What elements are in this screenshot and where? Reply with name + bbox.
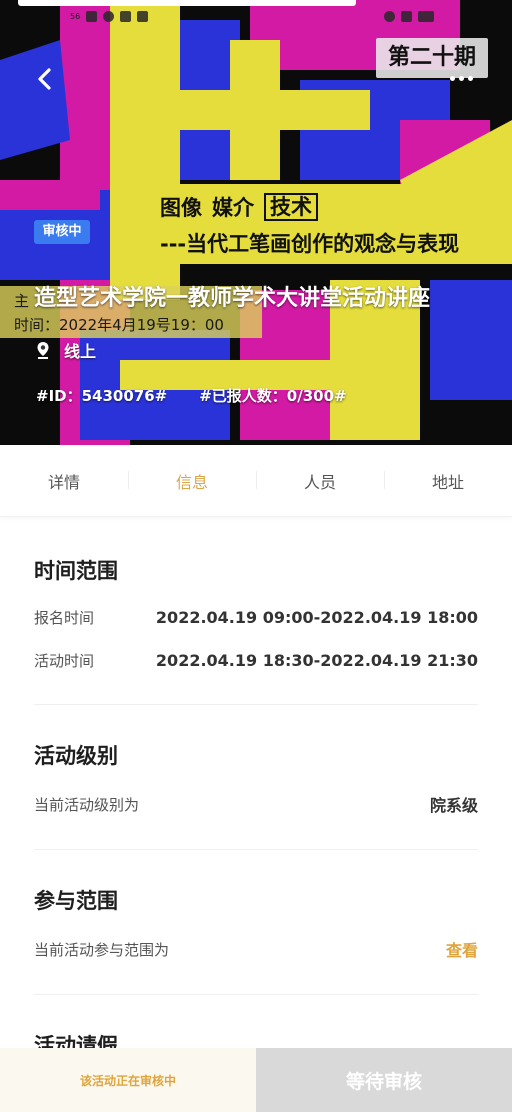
- battery-icon: [418, 11, 434, 22]
- tab-details[interactable]: 详情: [0, 445, 128, 516]
- level-row: 当前活动级别为 院系级: [34, 792, 478, 816]
- location-pin-icon: [37, 342, 49, 359]
- awaiting-review-button[interactable]: 等待审核: [256, 1048, 512, 1112]
- poster-host-text: 主: [14, 292, 30, 310]
- signal-icon: [86, 11, 98, 22]
- poster-time-text: 时间：2022年4月19号19：00: [14, 316, 224, 334]
- section-title: 参与范围: [34, 889, 118, 913]
- view-scope-link[interactable]: 查看: [446, 937, 478, 961]
- poster-word-tech: 技术: [264, 193, 318, 221]
- scope-row: 当前活动参与范围为 查看: [34, 937, 478, 961]
- mute-icon: [401, 11, 412, 22]
- notification-icon: [120, 11, 132, 22]
- scope-label: 当前活动参与范围为: [34, 940, 170, 959]
- wifi-icon: [103, 11, 115, 22]
- tab-info[interactable]: 信息: [128, 445, 256, 516]
- activity-time-value: 2022.04.19 18:30-2022.04.19 21:30: [155, 651, 478, 670]
- status-bar: 56: [0, 0, 512, 34]
- tab-address[interactable]: 地址: [384, 445, 512, 516]
- info-content: 时间范围 报名时间 2022.04.19 09:00-2022.04.19 18…: [34, 517, 478, 1060]
- signal-text: 56: [70, 12, 81, 21]
- more-options-button[interactable]: [446, 68, 476, 88]
- signup-time-row: 报名时间 2022.04.19 09:00-2022.04.19 18:00: [34, 607, 478, 628]
- more-dot-icon: [458, 75, 464, 81]
- poster-subtitle-line2: ---当代工笔画创作的观念与表现: [160, 232, 460, 256]
- event-id: #ID：5430076#: [36, 387, 168, 405]
- app-icon: [137, 11, 149, 22]
- event-title: 造型艺术学院一教师学术大讲堂活动讲座: [34, 286, 431, 311]
- back-button[interactable]: [28, 62, 62, 96]
- poster-word-media: 媒介: [212, 196, 254, 220]
- event-meta: #ID：5430076# #已报人数：0/300#: [36, 385, 347, 406]
- section-title: 活动级别: [34, 744, 118, 768]
- poster-subtitle: 图像 媒介 技术 ---当代工笔画创作的观念与表现: [146, 184, 512, 264]
- poster-word-image: 图像: [160, 196, 202, 220]
- section-scope: 参与范围 当前活动参与范围为 查看: [34, 850, 478, 995]
- status-bar-tab: [18, 0, 356, 6]
- activity-time-label: 活动时间: [34, 652, 95, 670]
- level-value: 院系级: [429, 796, 478, 815]
- alarm-icon: [384, 11, 395, 22]
- status-badge: 审核中: [34, 220, 90, 244]
- signup-time-label: 报名时间: [34, 609, 95, 627]
- signup-count: #已报人数：0/300#: [199, 387, 347, 405]
- section-level: 活动级别 当前活动级别为 院系级: [34, 705, 478, 850]
- activity-time-row: 活动时间 2022.04.19 18:30-2022.04.19 21:30: [34, 650, 478, 671]
- location-text: 线上: [64, 342, 97, 361]
- chevron-left-icon: [38, 68, 51, 90]
- event-poster: 56 第二十期 图像 媒介 技术 ---当代工笔画创作的观念与表现 主 时间：2…: [0, 0, 512, 445]
- tab-bar: 详情 信息 人员 地址: [0, 445, 512, 517]
- signup-time-value: 2022.04.19 09:00-2022.04.19 18:00: [155, 608, 478, 627]
- location-row: 线上: [36, 338, 96, 362]
- bottom-action-bar: 该活动正在审核中 等待审核: [0, 1048, 512, 1112]
- section-title: 时间范围: [34, 559, 118, 583]
- more-dot-icon: [467, 75, 473, 81]
- section-time-range: 时间范围 报名时间 2022.04.19 09:00-2022.04.19 18…: [34, 517, 478, 705]
- tab-people[interactable]: 人员: [256, 445, 384, 516]
- level-label: 当前活动级别为: [34, 795, 140, 814]
- more-dot-icon: [449, 75, 455, 81]
- review-notice: 该活动正在审核中: [0, 1048, 256, 1112]
